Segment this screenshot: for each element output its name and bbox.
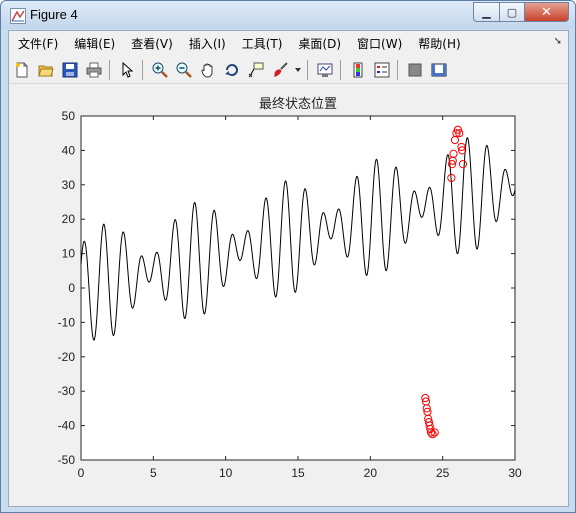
y-tick-label: 30 [62,178,76,192]
y-tick-label: -50 [58,453,76,467]
plot-title: 最终状态位置 [259,96,337,112]
x-tick-label: 15 [291,466,305,480]
x-tick-label: 0 [78,466,85,480]
x-tick-label: 5 [150,466,157,480]
y-tick-label: 20 [62,212,76,226]
y-tick-label: -10 [58,315,76,329]
y-tick-label: -20 [58,350,76,364]
y-tick-label: 10 [62,247,76,261]
y-tick-label: 50 [62,109,76,123]
y-tick-label: -40 [58,419,76,433]
x-tick-label: 20 [364,466,378,480]
y-tick-label: -30 [58,384,76,398]
y-tick-label: 40 [62,143,76,157]
x-tick-label: 25 [436,466,450,480]
figure-axes-svg: 最终状态位置 0 5 10 15 20 25 30 50 40 30 20 10 0 -10 -20 -30 -… [58,96,522,480]
y-tick-label: 0 [68,281,75,295]
x-tick-label: 10 [219,466,233,480]
x-tick-label: 30 [508,466,522,480]
